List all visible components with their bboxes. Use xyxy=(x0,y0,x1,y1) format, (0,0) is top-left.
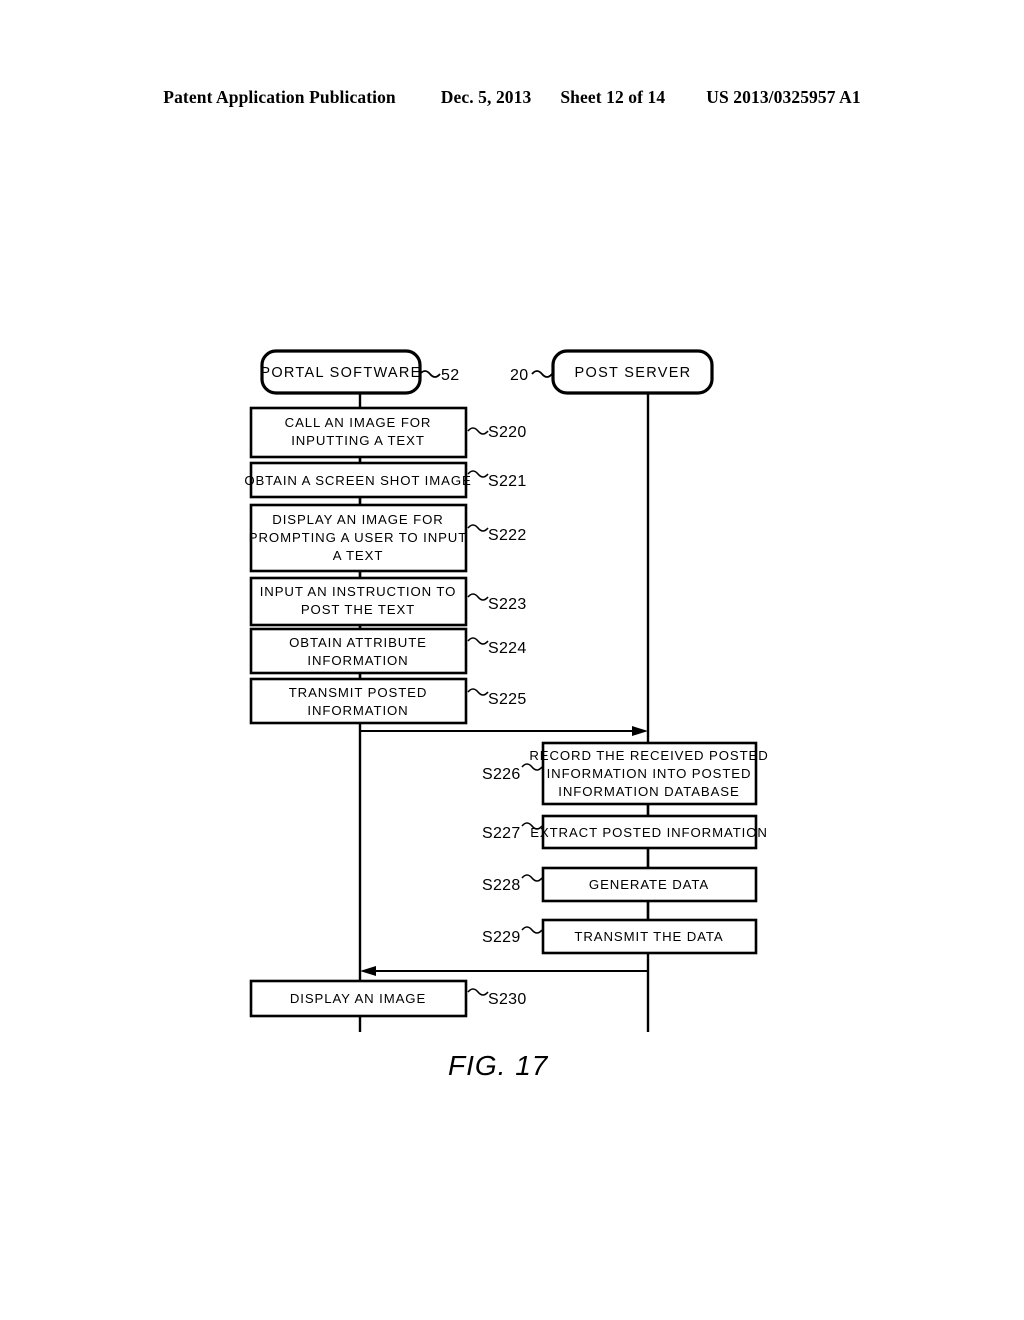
step-box-s223-line-1: INPUT AN INSTRUCTION TO xyxy=(260,584,457,599)
step-box-s223-line-2: POST THE TEXT xyxy=(301,602,415,617)
step-box-s230-line-1: DISPLAY AN IMAGE xyxy=(290,991,426,1006)
step-box-s226-line-2: INFORMATION INTO POSTED xyxy=(547,766,752,781)
step-label-s224: S224 xyxy=(488,640,527,657)
sequence-diagram: PORTAL SOFTWARE 52 POST SERVER 20 CALL A… xyxy=(0,0,1024,1320)
lane-header-server-label: POST SERVER xyxy=(575,365,692,381)
step-label-s229: S229 xyxy=(482,929,521,946)
leader-squiggle-s230 xyxy=(467,988,489,996)
leader-squiggle-s225 xyxy=(467,688,489,696)
step-box-s225-line-2: INFORMATION xyxy=(307,703,408,718)
figure-caption: FIG. 17 xyxy=(448,1050,549,1081)
step-box-s224-line-2: INFORMATION xyxy=(307,653,408,668)
lane-ref-20: 20 xyxy=(510,367,528,384)
step-box-s220-line-2: INPUTTING A TEXT xyxy=(291,433,425,448)
step-box-s227-line-1: EXTRACT POSTED INFORMATION xyxy=(530,825,768,840)
leader-squiggle-s220 xyxy=(467,427,489,435)
step-box-s222-line-3: A TEXT xyxy=(333,548,384,563)
step-box-s229-line-1: TRANSMIT THE DATA xyxy=(574,929,723,944)
step-box-s220-line-1: CALL AN IMAGE FOR xyxy=(285,415,432,430)
leader-squiggle-s228 xyxy=(521,874,543,882)
step-label-s230: S230 xyxy=(488,991,527,1008)
step-label-s221: S221 xyxy=(488,473,527,490)
step-label-s226: S226 xyxy=(482,766,521,783)
lane-ref-52: 52 xyxy=(441,367,459,384)
step-box-s226-line-3: INFORMATION DATABASE xyxy=(558,784,739,799)
step-box-s225-line-1: TRANSMIT POSTED xyxy=(289,685,428,700)
step-label-s228: S228 xyxy=(482,877,521,894)
leader-squiggle-52 xyxy=(419,370,441,378)
step-box-s224-line-1: OBTAIN ATTRIBUTE xyxy=(289,635,427,650)
step-label-s223: S223 xyxy=(488,596,527,613)
leader-squiggle-s226 xyxy=(521,763,543,771)
step-box-s222-line-1: DISPLAY AN IMAGE FOR xyxy=(272,512,443,527)
arrow-server-to-portal xyxy=(360,966,648,976)
leader-squiggle-s224 xyxy=(467,637,489,645)
arrow-post-to-server xyxy=(360,726,648,736)
step-label-s225: S225 xyxy=(488,691,527,708)
leader-squiggle-s223 xyxy=(467,593,489,601)
step-box-s221-line-1: OBTAIN A SCREEN SHOT IMAGE xyxy=(244,473,471,488)
leader-squiggle-s229 xyxy=(521,926,543,934)
leader-squiggle-s222 xyxy=(467,524,489,532)
step-label-s227: S227 xyxy=(482,825,521,842)
lane-header-portal-label: PORTAL SOFTWARE xyxy=(260,365,421,381)
step-box-s228-line-1: GENERATE DATA xyxy=(589,877,709,892)
leader-squiggle-20 xyxy=(531,370,553,378)
step-label-s220: S220 xyxy=(488,424,527,441)
step-label-s222: S222 xyxy=(488,527,527,544)
step-box-s226-line-1: RECORD THE RECEIVED POSTED xyxy=(529,748,768,763)
step-box-s222-line-2: PROMPTING A USER TO INPUT xyxy=(249,530,467,545)
